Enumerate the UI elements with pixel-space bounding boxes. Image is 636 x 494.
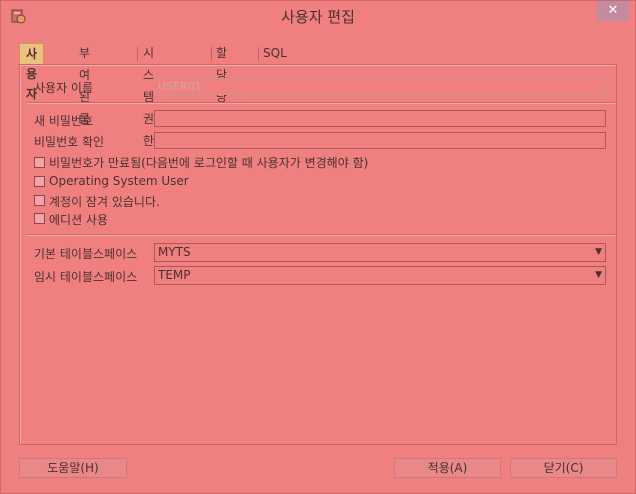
temp-tablespace-value: TEMP — [158, 268, 191, 282]
temp-tablespace-label: 임시 테이블스페이스 — [34, 270, 138, 284]
default-tablespace-select[interactable]: MYTS ▼ — [154, 243, 606, 262]
apply-button[interactable]: 적용(A) — [394, 458, 501, 478]
close-button[interactable]: 닫기(C) — [510, 458, 617, 478]
new-password-label: 새 비밀번호 — [34, 114, 94, 128]
account-locked-checkbox[interactable] — [34, 195, 45, 206]
tab-separator — [137, 47, 138, 61]
tab-granted-roles[interactable]: 부여된 롤 — [79, 42, 90, 126]
title-bar: 사용자 편집 ✕ — [1, 1, 635, 31]
tab-system-privileges[interactable]: 시스템 권한 — [143, 42, 154, 148]
confirm-password-field[interactable] — [154, 132, 606, 149]
username-label: 사용자 이름 — [34, 81, 94, 95]
os-user-label[interactable]: Operating System User — [49, 174, 189, 188]
account-locked-label[interactable]: 계정이 잠겨 있습니다. — [49, 193, 160, 210]
close-window-button[interactable]: ✕ — [597, 1, 629, 21]
password-expired-checkbox[interactable] — [34, 157, 45, 168]
enable-editions-checkbox[interactable] — [34, 213, 45, 224]
window-title: 사용자 편집 — [281, 8, 355, 26]
tab-sql[interactable]: SQL — [263, 42, 287, 64]
section-divider — [27, 102, 615, 103]
dropdown-arrow-icon: ▼ — [595, 270, 602, 280]
username-field: USER01 — [154, 78, 606, 95]
password-expired-label[interactable]: 비밀번호가 만료됨(다음번에 로그인할 때 사용자가 변경해야 함) — [49, 154, 368, 171]
enable-editions-label[interactable]: 에디션 사용 — [49, 211, 108, 228]
confirm-password-label: 비밀번호 확인 — [34, 135, 105, 149]
tab-user[interactable]: 사용자 — [19, 43, 45, 101]
tab-separator — [258, 47, 259, 61]
help-button[interactable]: 도움말(H) — [19, 458, 127, 478]
default-tablespace-value: MYTS — [158, 245, 191, 259]
edit-user-dialog: 사용자 편집 ✕ 사용자 부여된 롤 시스템 권한 할당량 SQL 사용자 이름… — [0, 0, 636, 494]
temp-tablespace-select[interactable]: TEMP ▼ — [154, 266, 606, 285]
os-user-checkbox[interactable] — [34, 176, 45, 187]
tab-separator — [211, 47, 212, 61]
default-tablespace-label: 기본 테이블스페이스 — [34, 247, 138, 261]
new-password-field[interactable] — [154, 110, 606, 127]
section-divider — [27, 234, 615, 235]
tab-quota[interactable]: 할당량 — [216, 42, 227, 104]
dropdown-arrow-icon: ▼ — [595, 247, 602, 257]
